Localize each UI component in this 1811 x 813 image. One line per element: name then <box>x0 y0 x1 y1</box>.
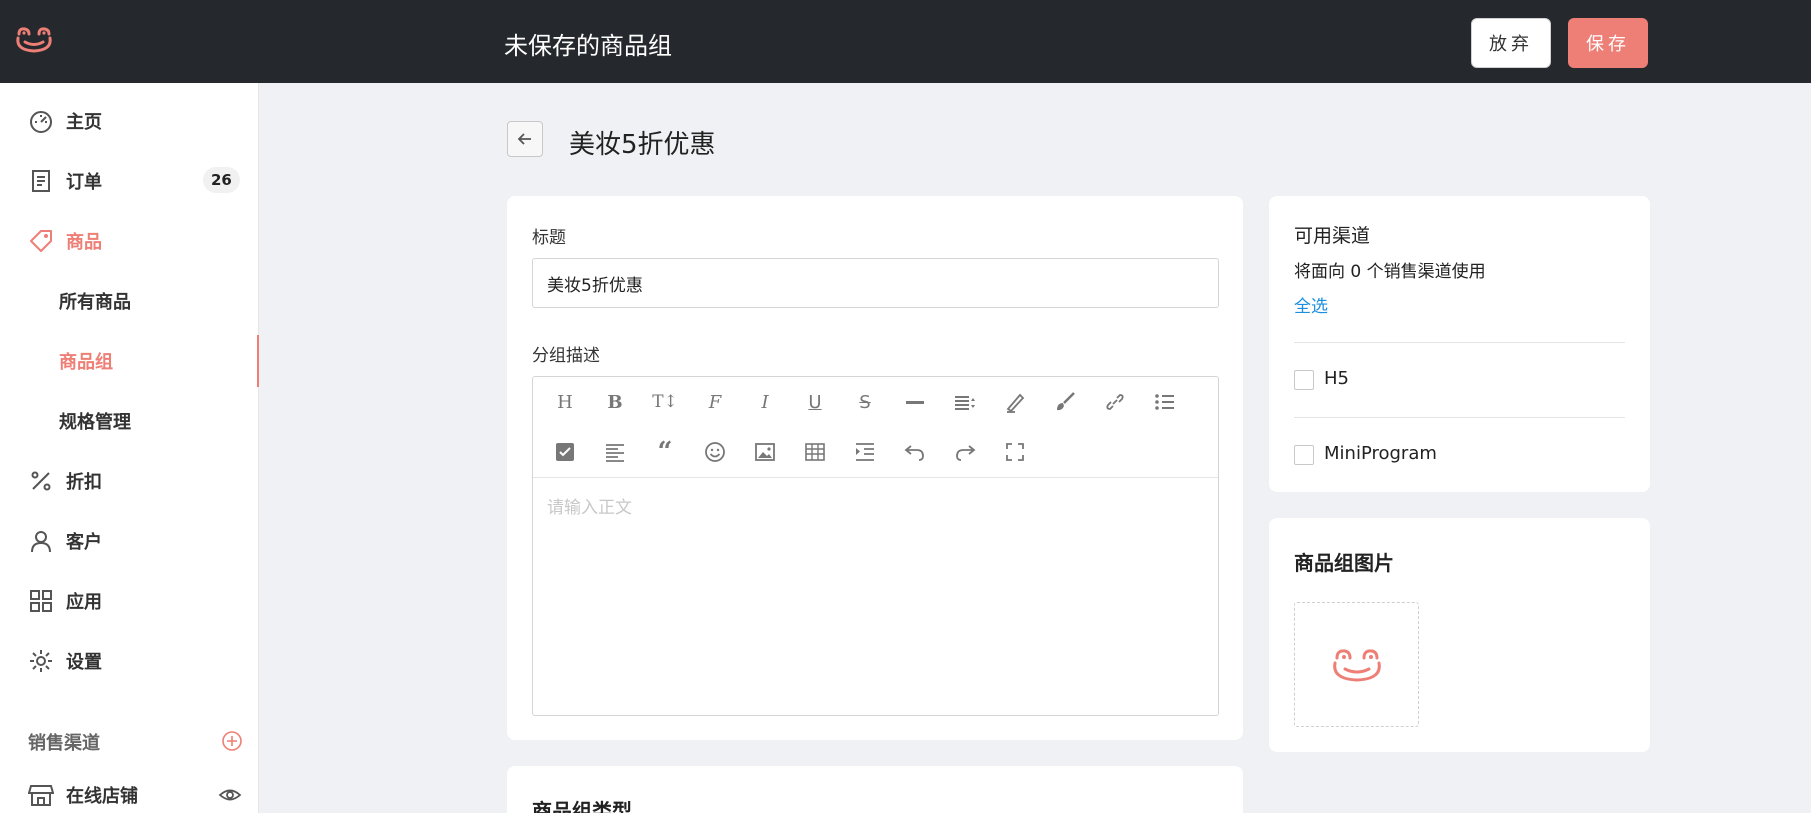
editor-toolbar-row-1: H B T↕ F I U S <box>533 377 1218 427</box>
strikethrough-icon[interactable]: S <box>853 390 877 414</box>
group-type-title: 商品组类型 <box>532 799 632 813</box>
sidebar-item-label: 在线店铺 <box>66 786 138 807</box>
font-color-icon[interactable] <box>1003 390 1027 414</box>
quote-icon[interactable]: “ <box>653 437 677 467</box>
sidebar-item-label: 所有商品 <box>59 292 131 313</box>
sidebar-item-online-store[interactable]: 在线店铺 <box>0 773 259 813</box>
sidebar-item-apps[interactable]: 应用 <box>0 579 259 623</box>
editor-toolbar-row-2: “ <box>533 427 1218 477</box>
sidebar-item-product-groups[interactable]: 商品组 <box>0 335 259 387</box>
top-bar: 未保存的商品组 放弃 保存 <box>0 0 1811 83</box>
sidebar-item-home[interactable]: 主页 <box>0 99 259 143</box>
editor-body[interactable]: 请输入正文 <box>547 493 632 518</box>
sidebar-item-all-products[interactable]: 所有商品 <box>0 279 259 323</box>
arrow-left-icon <box>517 133 531 145</box>
undo-icon[interactable] <box>903 440 927 464</box>
horizontal-rule-icon[interactable] <box>903 390 927 414</box>
discard-button[interactable]: 放弃 <box>1471 18 1551 68</box>
sidebar-item-products[interactable]: 商品 <box>0 219 259 263</box>
page-title: 美妆5折优惠 <box>569 130 716 160</box>
gear-icon <box>30 650 52 672</box>
sidebar-item-label: 规格管理 <box>59 412 131 433</box>
orders-count-badge: 26 <box>203 167 240 193</box>
table-icon[interactable] <box>803 440 827 464</box>
sidebar-item-discounts[interactable]: 折扣 <box>0 459 259 503</box>
add-channel-icon[interactable] <box>221 730 243 752</box>
description-label: 分组描述 <box>532 346 600 366</box>
italic-icon[interactable]: I <box>753 390 777 414</box>
frog-placeholder-icon <box>1332 648 1381 682</box>
bullet-list-icon[interactable] <box>1153 390 1177 414</box>
font-size-icon[interactable]: T↕ <box>652 390 678 414</box>
sidebar-item-label: 客户 <box>66 532 102 553</box>
indent-icon[interactable] <box>853 440 877 464</box>
rich-text-editor: H B T↕ F I U S “ 请输入正文 <box>532 376 1219 716</box>
tag-icon <box>30 230 52 252</box>
underline-icon[interactable]: U <box>803 390 827 414</box>
image-upload-box[interactable] <box>1294 602 1419 727</box>
sidebar: 主页 订单 26 商品 所有商品 商品组 规格管理 折扣 客户 应用 设置 销售… <box>0 83 259 813</box>
channels-subtitle: 将面向 0 个销售渠道使用 <box>1294 262 1486 282</box>
eye-icon[interactable] <box>218 783 242 807</box>
emoji-icon[interactable] <box>703 440 727 464</box>
save-button[interactable]: 保存 <box>1568 18 1648 68</box>
miniprogram-checkbox[interactable] <box>1294 445 1314 465</box>
sidebar-item-orders[interactable]: 订单 26 <box>0 159 259 203</box>
align-left-icon[interactable] <box>603 440 627 464</box>
sidebar-item-customers[interactable]: 客户 <box>0 519 259 563</box>
fullscreen-icon[interactable] <box>1003 440 1027 464</box>
apps-icon <box>30 590 52 612</box>
checkbox-icon[interactable] <box>553 440 577 464</box>
sidebar-item-settings[interactable]: 设置 <box>0 639 259 683</box>
sidebar-item-label: 折扣 <box>66 472 102 493</box>
sidebar-item-label: 主页 <box>66 112 102 133</box>
title-input[interactable]: 美妆5折优惠 <box>532 258 1219 308</box>
redo-icon[interactable] <box>953 440 977 464</box>
user-icon <box>31 531 51 553</box>
sidebar-item-specs[interactable]: 规格管理 <box>0 399 259 443</box>
font-family-icon[interactable]: F <box>703 390 727 414</box>
bold-icon[interactable]: B <box>603 390 627 414</box>
dashboard-icon <box>30 111 52 133</box>
channels-title: 可用渠道 <box>1294 225 1371 247</box>
miniprogram-label: MiniProgram <box>1324 443 1437 464</box>
sidebar-item-label: 订单 <box>66 172 102 193</box>
sidebar-item-label: 商品 <box>66 232 102 253</box>
h5-label: H5 <box>1324 368 1349 389</box>
sidebar-item-label: 商品组 <box>59 352 113 373</box>
heading-icon[interactable]: H <box>553 390 577 414</box>
title-label: 标题 <box>532 228 566 248</box>
unsaved-title: 未保存的商品组 <box>504 32 672 60</box>
editor-divider <box>533 477 1218 478</box>
image-icon[interactable] <box>753 440 777 464</box>
line-height-icon[interactable] <box>953 390 977 414</box>
sidebar-item-label: 设置 <box>66 652 102 673</box>
sales-channels-label: 销售渠道 <box>28 733 100 754</box>
back-button[interactable] <box>507 121 543 157</box>
frog-logo-icon[interactable] <box>14 24 54 56</box>
link-icon[interactable] <box>1103 390 1127 414</box>
orders-icon <box>32 170 50 192</box>
brush-icon[interactable] <box>1053 390 1077 414</box>
h5-checkbox[interactable] <box>1294 370 1314 390</box>
divider <box>1294 417 1625 418</box>
active-indicator <box>257 335 259 387</box>
select-all-link[interactable]: 全选 <box>1294 292 1328 317</box>
divider <box>1294 342 1625 343</box>
store-icon <box>28 785 54 806</box>
sidebar-item-label: 应用 <box>66 592 102 613</box>
percent-icon <box>31 471 51 491</box>
group-image-title: 商品组图片 <box>1294 551 1394 575</box>
